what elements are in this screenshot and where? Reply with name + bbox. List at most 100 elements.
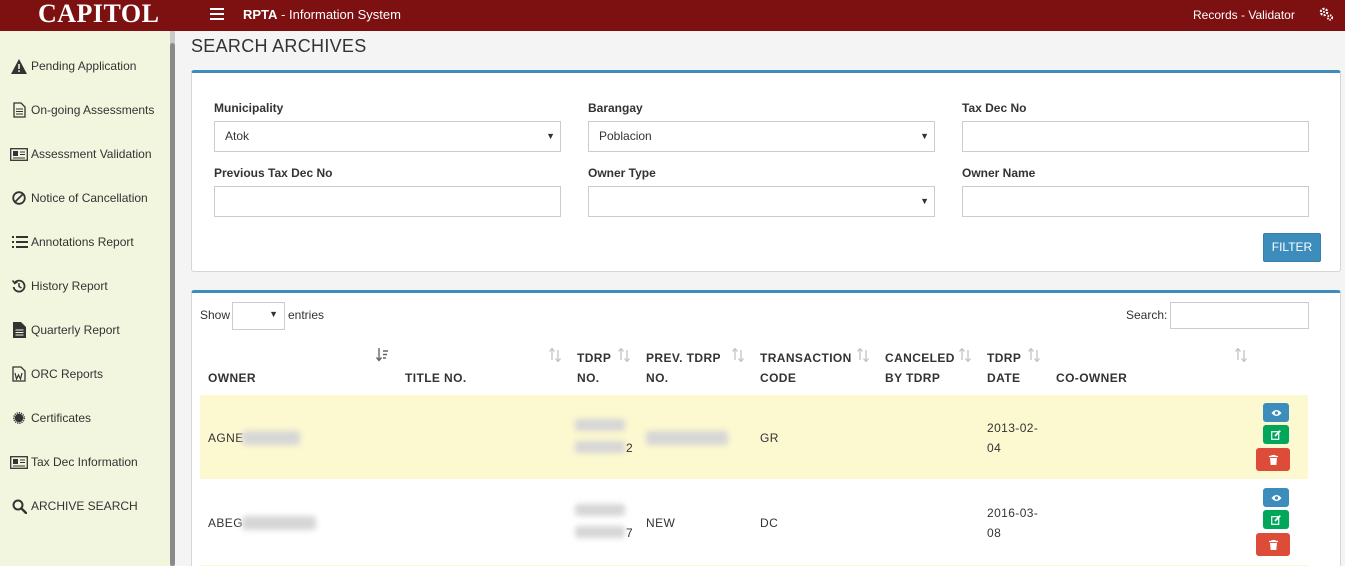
sidebar-item-label: Certificates [31,411,92,425]
user-role-label[interactable]: Records - Validator [1193,0,1295,31]
cell-tdrp-date: 2016-03- 08 [987,503,1038,543]
sidebar-item-assessment-validation[interactable]: Assessment Validation [0,132,170,176]
list-icon [10,233,28,251]
entries-label: entries [288,308,325,322]
sort-both-icon[interactable] [857,348,869,362]
header-line: DATE [987,371,1021,385]
search-label: Search: [1126,308,1168,322]
header-line: NO. [577,371,600,385]
table-row: AGNE 2 GR 2013-02- 04 [200,395,1308,479]
table-search-input[interactable] [1170,302,1309,329]
sidebar-item-label: Annotations Report [31,235,134,249]
cell-transaction-code: DC [760,516,779,530]
column-header-transaction-code[interactable]: TRANSACTION CODE [760,348,852,388]
certificate-icon [10,409,28,427]
sidebar-item-pending-application[interactable]: Pending Application [0,44,170,88]
header-line: BY TDRP [885,371,941,385]
table-row: ABEG 7 NEW DC 2016-03- 08 [200,480,1308,564]
column-header-owner[interactable]: OWNER [208,368,256,388]
cell-transaction-code: GR [760,431,779,445]
column-header-co-owner[interactable]: CO-OWNER [1056,368,1127,388]
sort-both-icon[interactable] [732,348,744,362]
entries-select[interactable]: ▼ [232,302,285,330]
sidebar-item-quarterly-report[interactable]: Quarterly Report [0,308,170,352]
column-header-canceled-by-tdrp[interactable]: CANCELED BY TDRP [885,348,955,388]
show-label: Show [200,308,231,322]
redacted-text [575,419,625,431]
sidebar-item-notice-of-cancellation[interactable]: Notice of Cancellation [0,176,170,220]
sidebar-item-label: On-going Assessments [31,103,155,117]
cell-tdrp-date: 2013-02- 04 [987,418,1038,458]
dropdown-caret-icon: ▼ [920,196,929,206]
cell-tdrp-no: 7 [626,526,634,540]
owner-type-select[interactable]: ▼ [588,186,935,217]
previous-tax-dec-no-input[interactable] [214,186,561,217]
cell-prev-tdrp-no: NEW [646,516,676,530]
redacted-text [575,504,625,516]
sidebar-item-certificates[interactable]: Certificates [0,396,170,440]
barangay-label: Barangay [588,101,643,115]
settings-gears-icon[interactable] [1318,6,1334,22]
sidebar-item-archive-search[interactable]: ARCHIVE SEARCH [0,484,170,528]
sidebar-item-tax-dec-information[interactable]: Tax Dec Information [0,440,170,484]
sidebar-item-label: Tax Dec Information [31,455,138,469]
history-icon [10,277,28,295]
barangay-select[interactable]: Poblacion ▼ [588,121,935,152]
edit-button[interactable] [1263,510,1289,529]
previous-tax-dec-no-label: Previous Tax Dec No [214,166,333,180]
view-button[interactable] [1263,403,1289,422]
header-line: NO. [646,371,669,385]
redacted-text [575,441,625,453]
sort-both-icon[interactable] [618,348,630,362]
sort-both-icon[interactable] [1235,348,1247,362]
dropdown-caret-icon: ▼ [269,309,278,319]
sidebar-item-ongoing-assessments[interactable]: On-going Assessments [0,88,170,132]
sort-both-icon[interactable] [1028,348,1040,362]
header-line: PREV. TDRP [646,351,721,365]
delete-button[interactable] [1256,448,1290,471]
municipality-select[interactable]: Atok ▼ [214,121,561,152]
municipality-label: Municipality [214,101,284,115]
page-title: SEARCH ARCHIVES [191,36,367,56]
header-line: TDRP [577,351,612,365]
sort-descending-icon[interactable] [376,348,388,362]
sidebar-item-label: Pending Application [31,59,137,73]
sidebar-item-label: History Report [31,279,108,293]
dropdown-caret-icon: ▼ [920,131,929,141]
owner-type-label: Owner Type [588,166,656,180]
warning-icon [10,57,28,75]
column-header-prev-tdrp-no[interactable]: PREV. TDRP NO. [646,348,721,388]
delete-button[interactable] [1256,533,1290,556]
municipality-value: Atok [225,129,250,143]
edit-button[interactable] [1263,425,1289,444]
system-title-rest: - Information System [277,7,401,22]
header-line: TDRP [987,351,1022,365]
column-header-tdrp-date[interactable]: TDRP DATE [987,348,1021,388]
sidebar-item-annotations-report[interactable]: Annotations Report [0,220,170,264]
sidebar-item-label: Notice of Cancellation [31,191,148,205]
filter-button[interactable]: FILTER [1263,233,1321,262]
cell-owner: ABEG [208,516,243,530]
brand-logo[interactable]: CAPITOL [38,0,160,31]
redacted-text [242,431,300,445]
redacted-text [242,516,316,530]
eye-icon [1271,409,1281,416]
sort-both-icon[interactable] [549,348,561,362]
sidebar: Pending Application On-going Assessments… [0,31,172,566]
tax-dec-no-input[interactable] [962,121,1309,152]
sidebar-item-orc-reports[interactable]: ORC Reports [0,352,170,396]
system-title-bold: RPTA [243,7,278,22]
barangay-value: Poblacion [599,129,652,143]
sidebar-item-label: Assessment Validation [31,147,152,161]
trash-icon [1268,539,1278,550]
sort-both-icon[interactable] [959,348,971,362]
sidebar-item-history-report[interactable]: History Report [0,264,170,308]
menu-toggle-icon[interactable] [210,8,224,20]
owner-name-input[interactable] [962,186,1309,217]
column-header-title-no[interactable]: TITLE NO. [405,368,467,388]
sidebar-item-label: ORC Reports [31,367,104,381]
view-button[interactable] [1263,488,1289,507]
search-icon [10,497,28,515]
column-header-tdrp-no[interactable]: TDRP NO. [577,348,611,388]
date-line: 2013-02- [987,421,1039,435]
